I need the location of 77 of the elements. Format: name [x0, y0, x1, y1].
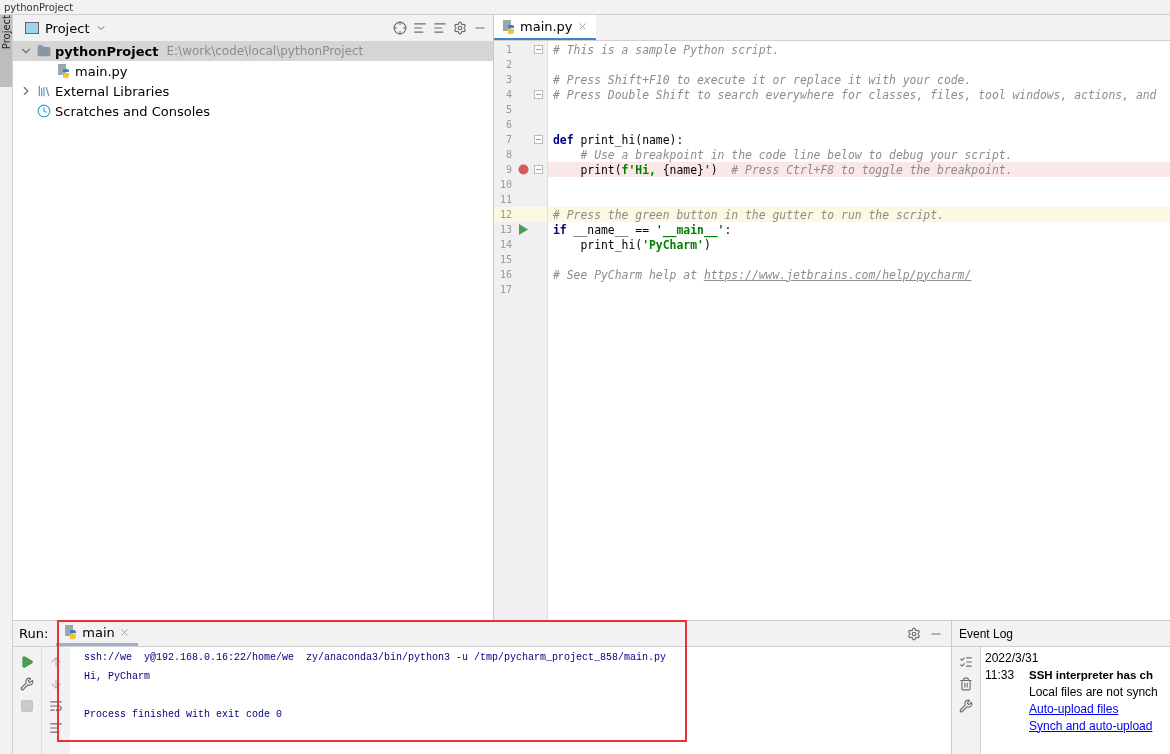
code-line: if __name__ == '__main__': — [553, 222, 732, 237]
code-line: # Press Shift+F10 to execute it or replace it with your code. — [553, 72, 972, 87]
tree-label: pythonProject — [55, 43, 159, 59]
code-line: # Use a breakpoint in the code line below to debug your script. — [579, 147, 1013, 162]
window-title: pythonProject — [4, 2, 74, 14]
panel-title: Project — [45, 20, 90, 36]
path-hint: E:\work\code\local\pythonProject — [166, 44, 364, 58]
mark-read-icon[interactable] — [959, 655, 973, 669]
tree-row[interactable]: main.py — [13, 61, 493, 81]
scratch-icon — [37, 104, 51, 118]
wrap-icon[interactable] — [49, 699, 63, 713]
library-icon — [37, 84, 51, 98]
python-file-icon — [64, 625, 79, 639]
tree-label: main.py — [75, 63, 128, 79]
fold-icon[interactable] — [534, 135, 543, 144]
line-number: 11 — [498, 194, 512, 205]
run-icon[interactable] — [20, 655, 34, 669]
line-number: 10 — [498, 179, 512, 190]
line-number: 15 — [498, 254, 512, 265]
run-label: Run: — [19, 626, 49, 641]
event-link[interactable]: Auto-upload files — [1029, 701, 1119, 716]
python-file-icon — [57, 64, 71, 78]
line-number: 8 — [504, 149, 512, 160]
tree-row[interactable]: External Libraries — [13, 81, 493, 101]
event-message: Local files are not synch — [1029, 684, 1158, 699]
code-line: # Press the green button in the gutter to run the script. — [553, 207, 944, 222]
close-icon[interactable] — [118, 626, 130, 638]
line-number: 17 — [498, 284, 512, 295]
settings-icon[interactable] — [907, 626, 921, 641]
settings-icon[interactable] — [453, 21, 467, 35]
line-number: 12 — [498, 209, 512, 220]
panel-icon — [25, 22, 39, 34]
line-number: 4 — [504, 89, 512, 100]
code-line: print_hi('PyCharm') — [579, 237, 711, 252]
down-arrow-icon[interactable] — [49, 677, 63, 691]
code-line: print(f'Hi, {name}') # Press Ctrl+F8 to toggle the breakpoint. — [579, 162, 1013, 177]
code-line: # Press Double Shift to search everywhere for classes, files, tool windows, actions, and — [553, 87, 1157, 102]
line-number: 1 — [504, 44, 512, 55]
wrench-icon[interactable] — [959, 699, 973, 713]
line-number: 13 — [498, 224, 512, 235]
line-number: 7 — [504, 134, 512, 145]
python-file-icon — [502, 19, 516, 34]
event-date: 2022/3/31 — [985, 650, 1039, 665]
trash-icon[interactable] — [959, 677, 973, 691]
event-link[interactable]: Synch and auto-upload — [1029, 718, 1153, 733]
panel-title: Event Log — [959, 626, 1014, 641]
line-number: 14 — [498, 239, 512, 250]
console-line: Process finished with exit code 0 — [84, 709, 283, 720]
line-number: 9 — [504, 164, 512, 175]
tree-label: Scratches and Consoles — [55, 103, 211, 119]
editor-tab[interactable]: main.py — [494, 15, 596, 40]
side-tab[interactable]: Project — [0, 15, 12, 87]
line-number: 2 — [504, 59, 512, 70]
fold-icon[interactable] — [534, 90, 543, 99]
event-time: 11:33 — [985, 667, 1015, 682]
folder-icon — [37, 44, 51, 58]
line-number: 6 — [504, 119, 512, 130]
fold-icon[interactable] — [534, 45, 543, 54]
tree-label: External Libraries — [55, 83, 170, 99]
line-number: 3 — [504, 74, 512, 85]
tree-row[interactable]: pythonProject E:\work\code\local\pythonProject — [13, 41, 493, 61]
tree-row[interactable]: Scratches and Consoles — [13, 101, 493, 121]
fold-icon[interactable] — [534, 165, 543, 174]
locate-icon[interactable] — [393, 21, 407, 35]
wrench-icon[interactable] — [20, 677, 34, 691]
code-line: def print_hi(name): — [553, 132, 684, 147]
console-line: Hi, PyCharm — [84, 671, 150, 682]
event-heading: SSH interpreter has ch — [1029, 668, 1153, 681]
code-line: # This is a sample Python script. — [553, 42, 780, 57]
run-icon[interactable] — [518, 224, 528, 235]
code-line: # See PyCharm help at https://www.jetbrains.com/help/pycharm/ — [553, 267, 972, 282]
line-number: 5 — [504, 104, 512, 115]
breakpoint-icon[interactable] — [517, 164, 529, 175]
console-line: ssh://we y@192.168.0.16:22/home/we zy/anaconda3/bin/python3 -u /tmp/pycharm_project_858/main.py — [84, 652, 667, 663]
line-number: 16 — [498, 269, 512, 280]
close-icon[interactable] — [576, 21, 588, 32]
up-arrow-icon[interactable] — [49, 655, 63, 669]
